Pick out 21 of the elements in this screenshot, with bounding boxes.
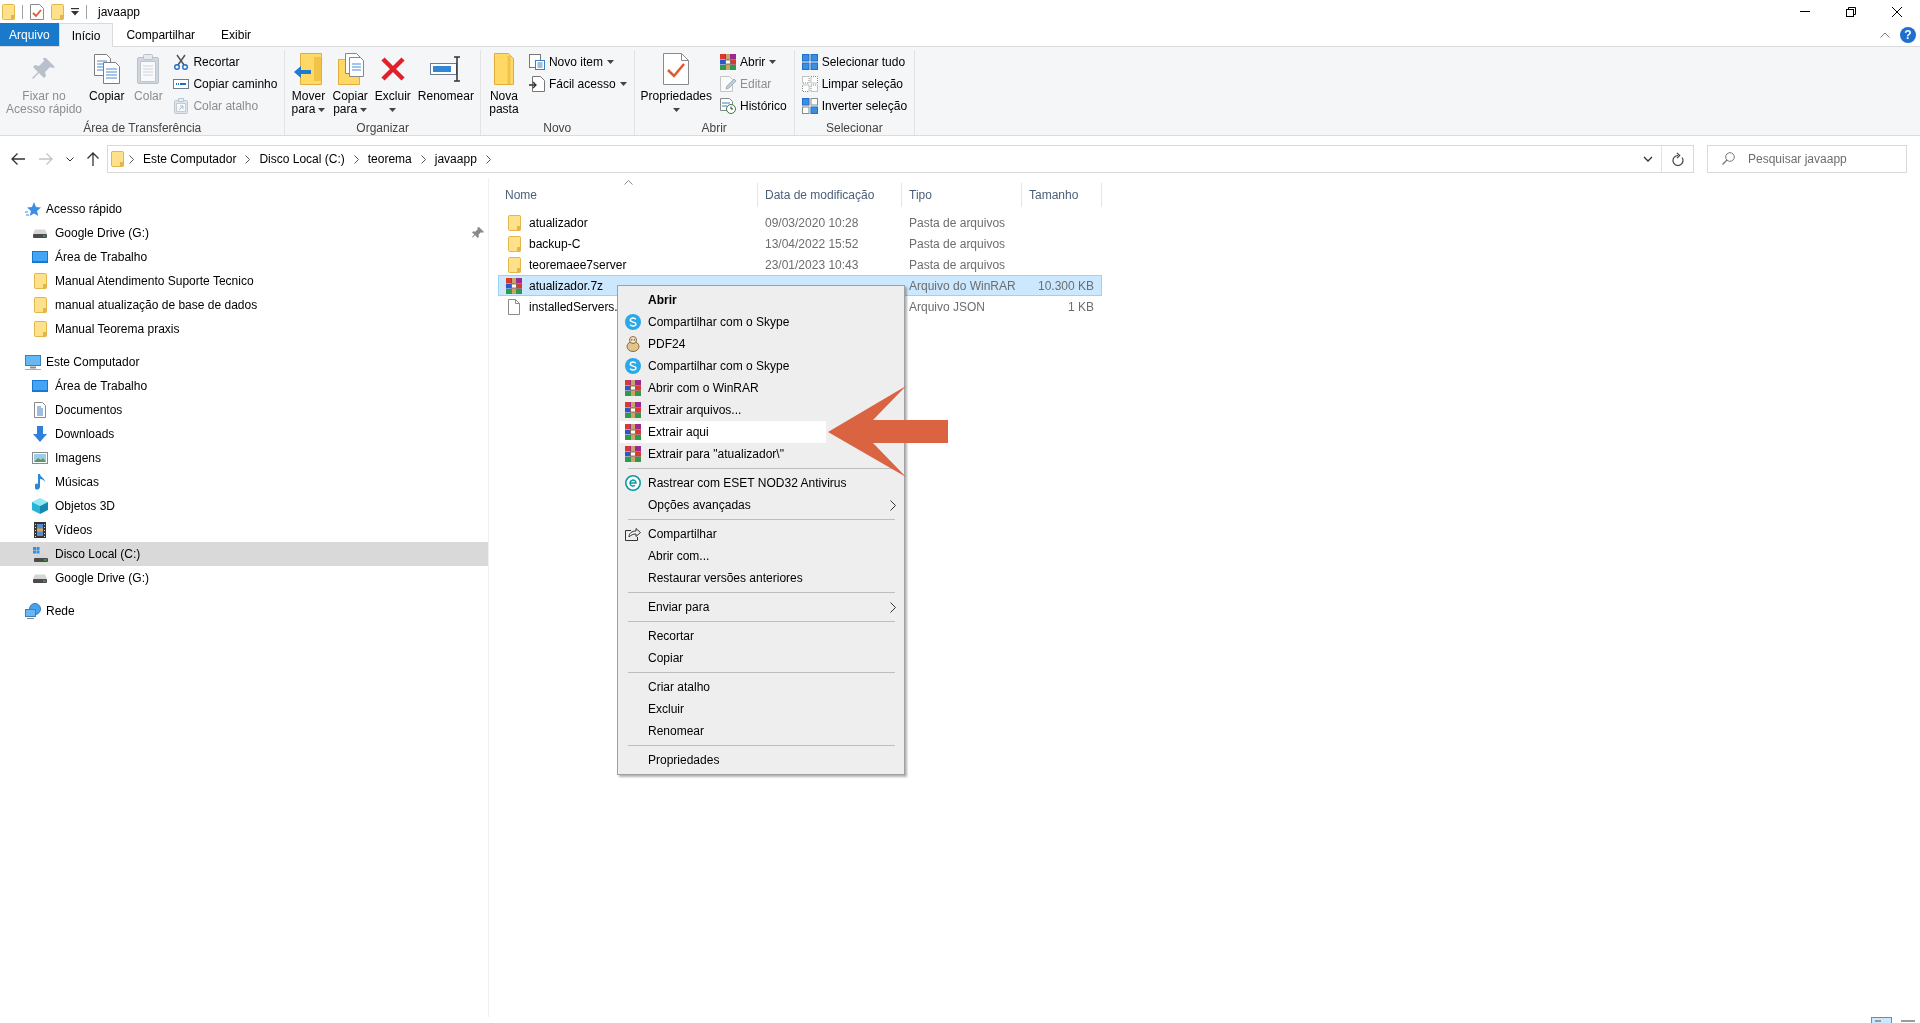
modified-date: 13/04/2022 15:52 <box>764 236 859 251</box>
file-size: 1 KB <box>1068 299 1095 314</box>
group-label: Organizar <box>356 121 409 135</box>
file-type: Arquivo do WinRAR <box>908 278 1016 293</box>
group-label: Novo <box>543 121 572 135</box>
file-name: backup-C <box>529 236 581 251</box>
file-name: atualizador <box>529 215 588 230</box>
window-title: javaapp <box>98 4 142 19</box>
file-name: teoremaee7server <box>529 257 627 272</box>
file-type: Pasta de arquivos <box>908 257 1006 272</box>
file-type: Pasta de arquivos <box>908 236 1006 251</box>
file-size: 10.300 KB <box>1037 278 1095 293</box>
file-name: installedServers. <box>529 299 618 314</box>
group-label: Área de Transferência <box>83 121 202 135</box>
modified-date: 09/03/2020 10:28 <box>764 215 859 230</box>
file-type: Arquivo JSON <box>908 299 986 314</box>
file-name: atualizador.7z <box>529 278 604 293</box>
modified-date: 23/01/2023 10:43 <box>764 257 859 272</box>
file-type: Pasta de arquivos <box>908 215 1006 230</box>
group-label: Selecionar <box>826 121 883 135</box>
group-label: Abrir <box>701 121 727 135</box>
